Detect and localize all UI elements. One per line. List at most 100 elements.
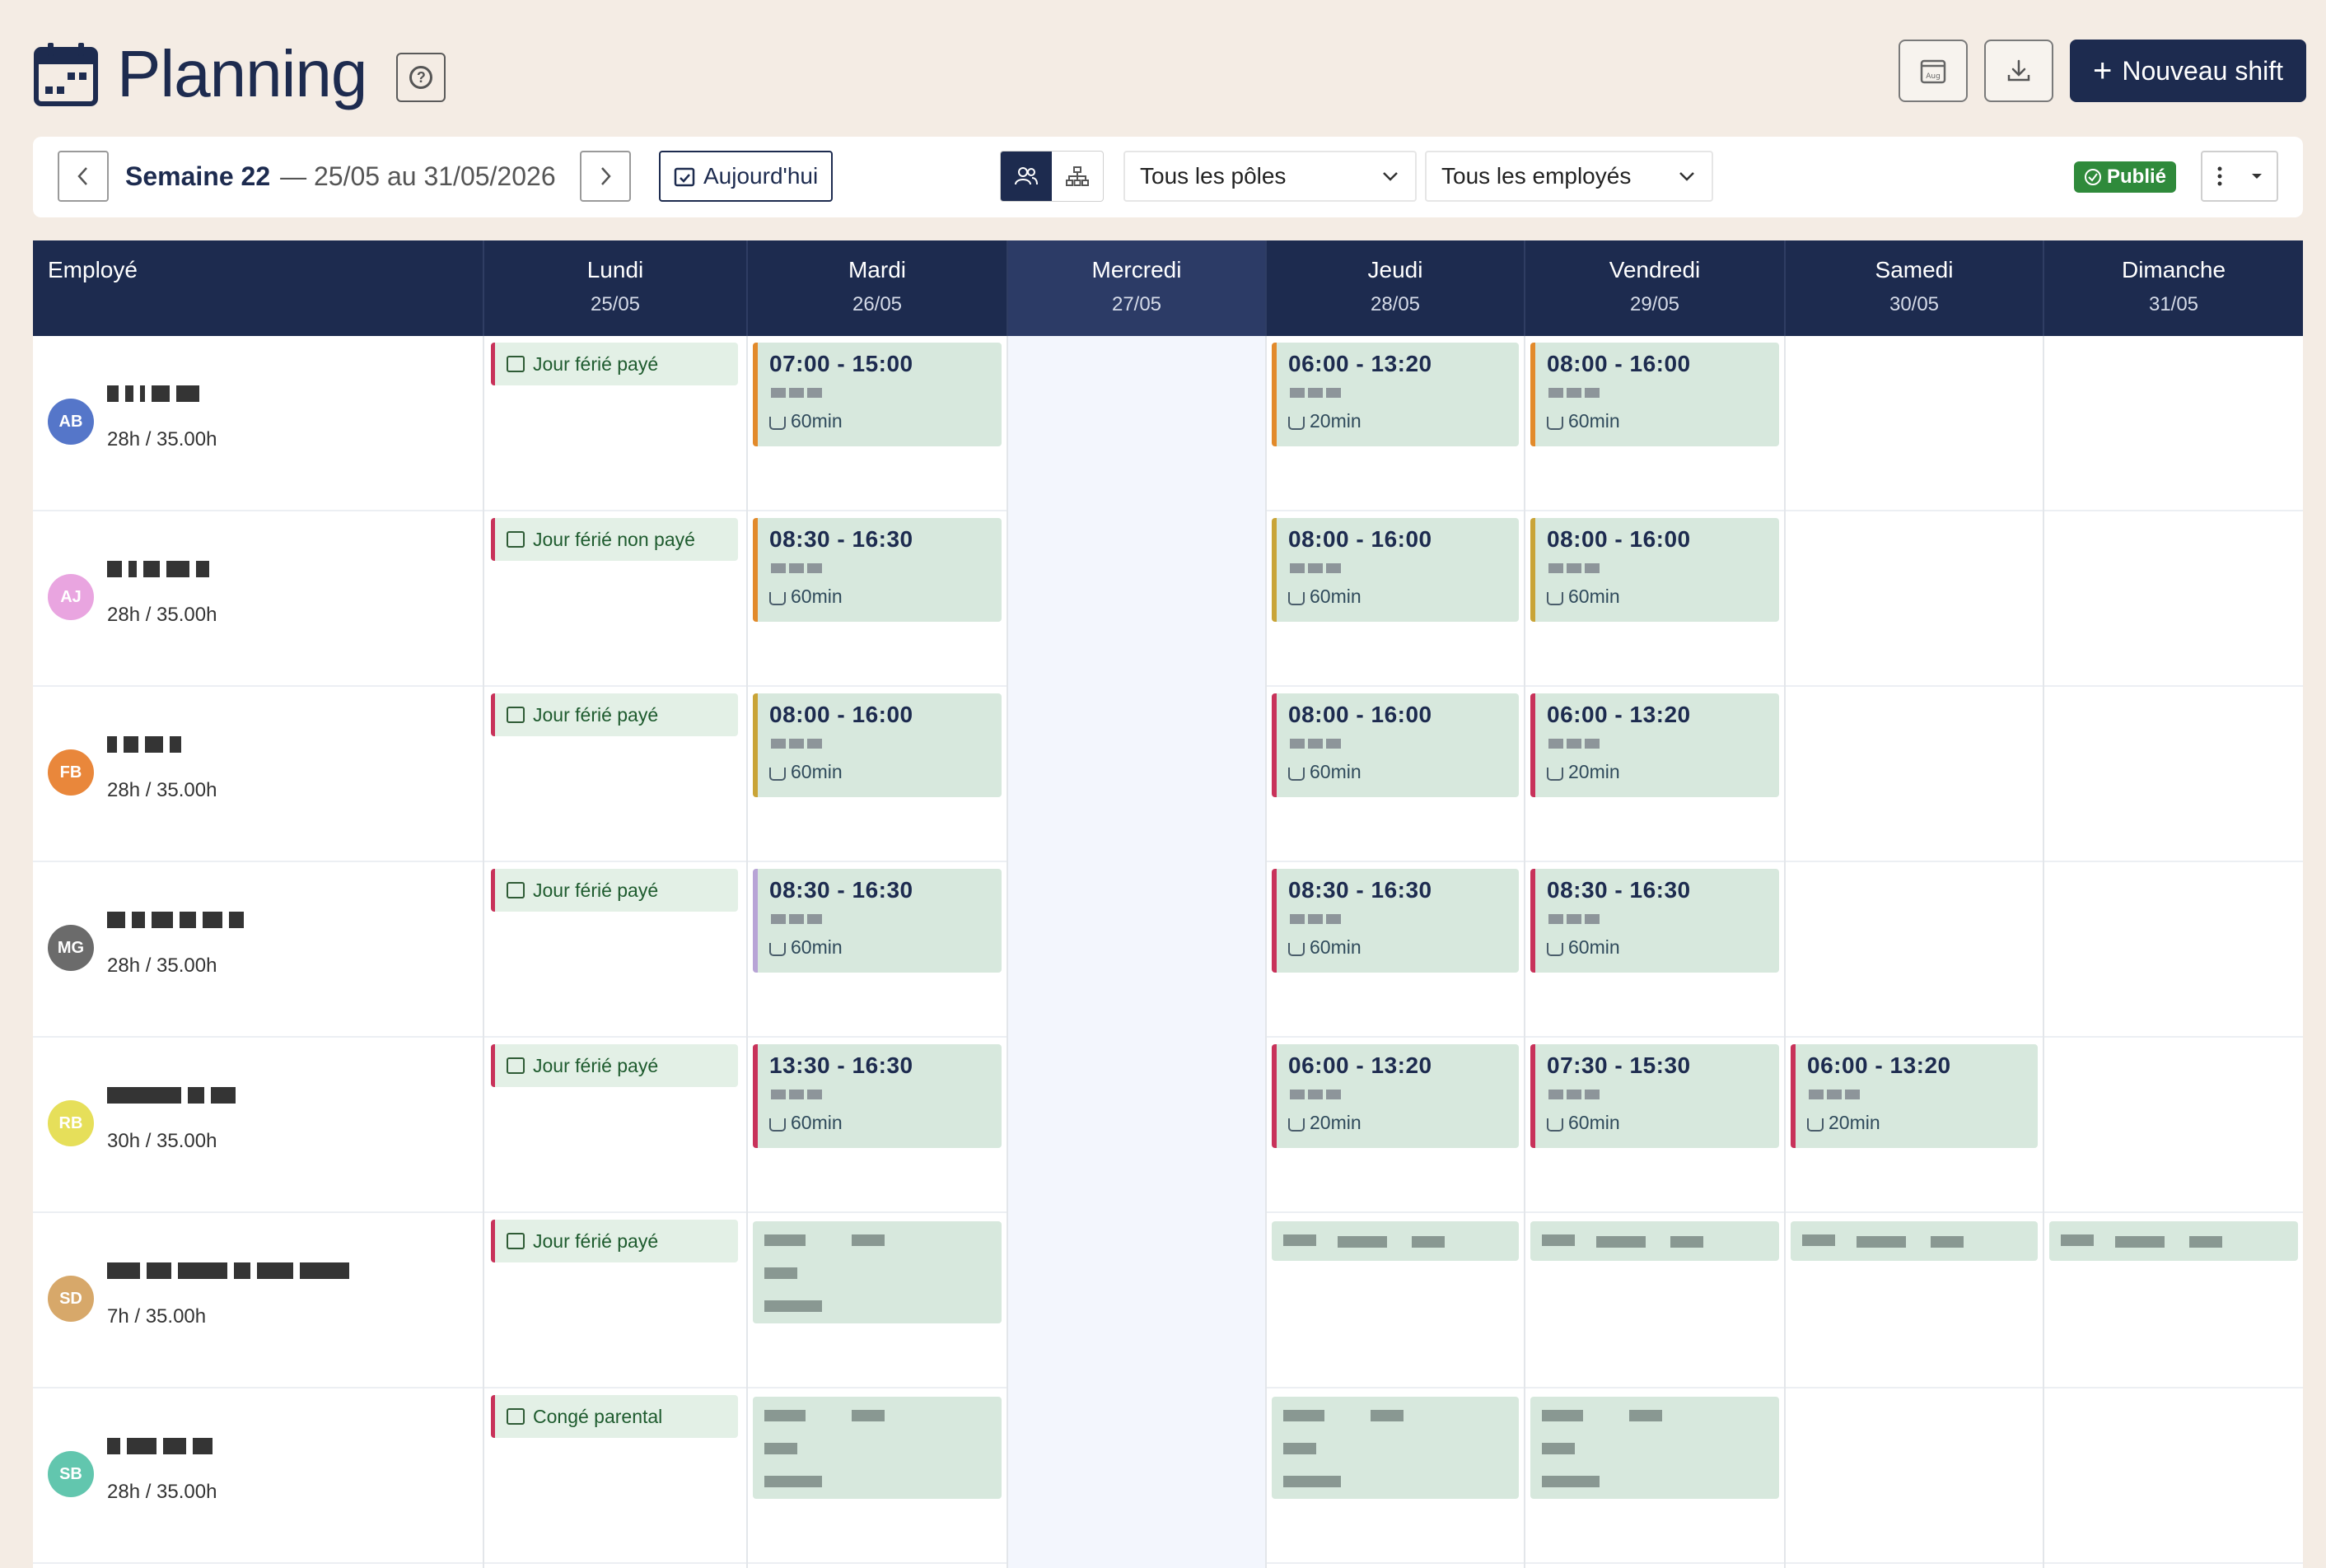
users-view-button[interactable]: [1001, 152, 1052, 201]
shift-card[interactable]: 08:00 - 16:00 60min: [753, 693, 1002, 797]
shift-card[interactable]: 06:00 - 13:20 20min: [1530, 693, 1779, 797]
today-button[interactable]: Aujourd'hui: [659, 151, 834, 202]
redaction-block: [152, 912, 173, 928]
employee-cell[interactable]: SB 28h / 35.00h: [33, 1388, 481, 1564]
employee-cell[interactable]: AJ 28h / 35.00h: [33, 511, 481, 687]
new-shift-label: Nouveau shift: [2122, 55, 2283, 86]
employee-cell[interactable]: FB 28h / 35.00h: [33, 687, 481, 862]
shift-card[interactable]: 07:00 - 15:00 60min: [753, 343, 1002, 446]
pause-duration: 60min: [1568, 410, 1620, 432]
redacted-shift[interactable]: [1272, 1221, 1519, 1261]
employee-cell[interactable]: SD 7h / 35.00h: [33, 1213, 481, 1388]
employee-cell[interactable]: MG 28h / 35.00h: [33, 862, 481, 1038]
pause-duration: 60min: [1310, 586, 1362, 607]
calendar-x-icon: [507, 1057, 525, 1074]
redaction-block: [1308, 739, 1323, 749]
redaction-block: [1827, 1090, 1842, 1099]
pause-duration: 60min: [791, 936, 843, 958]
shift-card[interactable]: 06:00 - 13:20 20min: [1791, 1044, 2038, 1148]
redaction-block: [1326, 388, 1341, 398]
new-shift-button[interactable]: + Nouveau shift: [2069, 40, 2306, 102]
shift-card[interactable]: 08:00 - 16:00 60min: [1272, 693, 1519, 797]
redacted-shift[interactable]: [2049, 1221, 2298, 1261]
redaction-block: [852, 1234, 885, 1246]
absence-badge[interactable]: Jour férié non payé: [491, 518, 738, 561]
absence-badge[interactable]: Jour férié payé: [491, 693, 738, 736]
redaction-block: [1308, 563, 1323, 573]
plus-icon: +: [2092, 53, 2113, 89]
calendar-x-icon: [507, 1233, 525, 1249]
absence-badge[interactable]: Jour férié payé: [491, 1220, 738, 1262]
redacted-shift[interactable]: [753, 1221, 1002, 1323]
absence-badge[interactable]: Jour férié payé: [491, 869, 738, 912]
absence-badge[interactable]: Congé parental: [491, 1395, 738, 1438]
redaction-block: [1845, 1090, 1860, 1099]
previous-week-button[interactable]: [58, 151, 109, 202]
more-actions-button[interactable]: [2201, 151, 2278, 202]
shift-card[interactable]: 07:30 - 15:30 60min: [1530, 1044, 1779, 1148]
redaction-block: [789, 1090, 804, 1099]
pause-duration: 60min: [1568, 1112, 1620, 1133]
next-week-button[interactable]: [580, 151, 631, 202]
redaction-block: [1283, 1476, 1341, 1487]
help-button[interactable]: ?: [396, 53, 446, 102]
pause-duration: 60min: [1310, 936, 1362, 958]
shift-time: 08:00 - 16:00: [1288, 702, 1432, 727]
shift-card[interactable]: 08:30 - 16:30 60min: [1530, 869, 1779, 973]
poles-select-value: Tous les pôles: [1140, 163, 1287, 189]
shift-card[interactable]: 06:00 - 13:20 20min: [1272, 1044, 1519, 1148]
redaction-block: [1548, 914, 1563, 924]
redaction-block: [107, 912, 125, 928]
calendar-aug-button[interactable]: Aug: [1898, 40, 1968, 102]
redaction-block: [1809, 1090, 1824, 1099]
coffee-icon: [1288, 767, 1305, 781]
day-date: 27/05: [1111, 293, 1162, 315]
redacted-shift[interactable]: [1530, 1397, 1779, 1499]
absence-badge[interactable]: Jour férié payé: [491, 343, 738, 385]
org-view-button[interactable]: [1052, 152, 1103, 201]
redaction-block: [1326, 739, 1341, 749]
absence-label: Jour férié payé: [533, 1230, 659, 1252]
shift-role-redacted: [1548, 387, 1603, 400]
redaction-block: [127, 1438, 156, 1454]
download-button[interactable]: [1983, 40, 2053, 102]
employee-name-redacted: [107, 1262, 356, 1287]
coffee-icon: [1288, 1118, 1305, 1132]
redaction-block: [771, 914, 786, 924]
employee-name-redacted: [107, 1438, 219, 1463]
employees-select[interactable]: Tous les employés: [1425, 151, 1713, 202]
shift-card[interactable]: 08:30 - 16:30 60min: [753, 518, 1002, 622]
redacted-shift[interactable]: [753, 1397, 1002, 1499]
redaction-block: [1548, 563, 1563, 573]
absence-badge[interactable]: Jour férié payé: [491, 1044, 738, 1087]
redacted-shift[interactable]: [1272, 1397, 1519, 1499]
redaction-block: [789, 739, 804, 749]
column-divider: [1007, 336, 1008, 1568]
redacted-shift[interactable]: [1530, 1221, 1779, 1261]
shift-card[interactable]: 08:00 - 16:00 60min: [1272, 518, 1519, 622]
column-divider: [483, 336, 484, 1568]
shift-time: 06:00 - 13:20: [1288, 351, 1432, 376]
shift-pause: 20min: [1547, 761, 1620, 783]
shift-card[interactable]: 08:00 - 16:00 60min: [1530, 518, 1779, 622]
shift-card[interactable]: 06:00 - 13:20 20min: [1272, 343, 1519, 446]
day-name: Dimanche: [2121, 257, 2226, 282]
redaction-block: [143, 561, 160, 577]
shift-card[interactable]: 08:00 - 16:00 60min: [1530, 343, 1779, 446]
redaction-block: [1308, 388, 1323, 398]
redaction-block: [771, 1090, 786, 1099]
redaction-block: [180, 912, 196, 928]
redaction-block: [1857, 1236, 1906, 1248]
employee-cell[interactable]: RB 30h / 35.00h: [33, 1038, 481, 1213]
redaction-block: [789, 388, 804, 398]
shift-role-redacted: [771, 738, 825, 751]
poles-select[interactable]: Tous les pôles: [1123, 151, 1417, 202]
employee-cell[interactable]: AB 28h / 35.00h: [33, 336, 481, 511]
shift-pause: 20min: [1288, 410, 1362, 432]
week-toolbar: Semaine 22 — 25/05 au 31/05/2026 Aujourd…: [33, 137, 2303, 217]
shift-card[interactable]: 08:30 - 16:30 60min: [1272, 869, 1519, 973]
redacted-shift[interactable]: [1791, 1221, 2038, 1261]
shift-card[interactable]: 08:30 - 16:30 60min: [753, 869, 1002, 973]
shift-card[interactable]: 13:30 - 16:30 60min: [753, 1044, 1002, 1148]
redaction-block: [1326, 914, 1341, 924]
